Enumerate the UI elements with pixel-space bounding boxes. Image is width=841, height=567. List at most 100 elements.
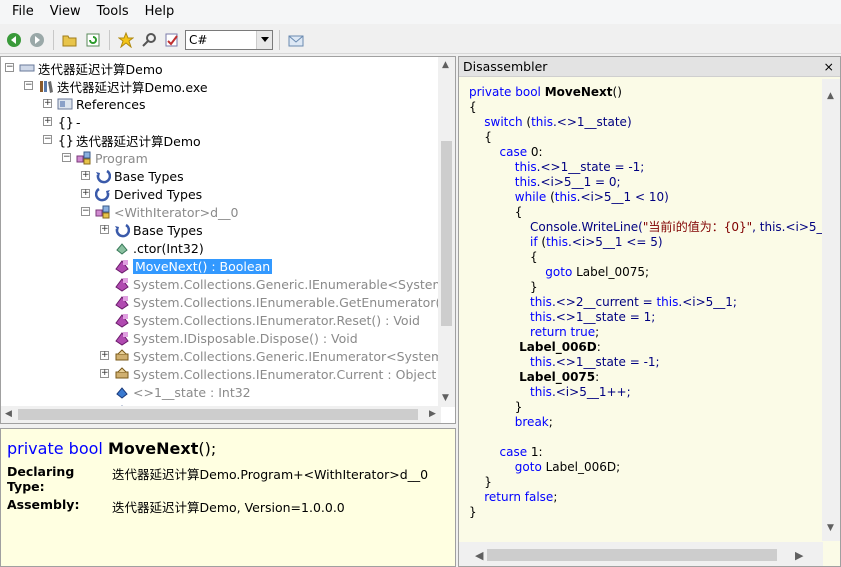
code-token: { xyxy=(469,205,523,219)
menu-view[interactable]: View xyxy=(42,1,89,23)
scroll-right-icon[interactable]: ▶ xyxy=(795,549,803,562)
refresh-icon[interactable] xyxy=(83,30,103,50)
code-token: .<i>5__1 <= 5) xyxy=(568,235,663,249)
close-icon[interactable]: × xyxy=(824,59,834,74)
tree-expander[interactable]: − xyxy=(81,207,90,216)
scroll-up-icon[interactable]: ▲ xyxy=(827,91,834,101)
bookmark-icon[interactable] xyxy=(116,30,136,50)
disassembler-code[interactable]: private bool MoveNext(){ switch (this.<>… xyxy=(459,79,823,541)
tree-item-label: References xyxy=(76,96,146,112)
declaring-type-value[interactable]: 迭代器延迟计算Demo.Program+<WithIterator>d__0 xyxy=(112,464,428,494)
tree-item[interactable]: .ctor(Int32) xyxy=(114,239,204,257)
code-token: this xyxy=(469,355,552,369)
code-token: Label_006D xyxy=(469,340,597,354)
tree-expander[interactable]: − xyxy=(5,63,14,72)
toolbar: C# xyxy=(0,26,841,54)
tree-item-label: Derived Types xyxy=(114,186,203,202)
code-vertical-scrollbar[interactable]: ▲ ▼ xyxy=(822,79,840,541)
tree-vertical-scrollbar[interactable]: ▲ ▼ xyxy=(438,57,455,407)
library-icon xyxy=(38,78,54,94)
tree-expander[interactable]: + xyxy=(43,117,52,126)
tree-expander[interactable]: + xyxy=(81,189,90,198)
code-token: } xyxy=(469,400,523,414)
tree-item[interactable]: 迭代器延迟计算Demo xyxy=(19,59,163,77)
declaring-type-label: Declaring Type: xyxy=(7,464,75,494)
tree-item[interactable]: System.Collections.IEnumerator.Current :… xyxy=(114,365,436,383)
open-icon[interactable] xyxy=(60,30,80,50)
code-token: ( xyxy=(522,115,532,129)
scroll-left-icon[interactable]: ◀ xyxy=(5,409,12,419)
tree-expander[interactable]: − xyxy=(24,81,33,90)
tree-expander[interactable]: + xyxy=(100,225,109,234)
member-signature: private bool MoveNext(); xyxy=(7,439,449,458)
tree-expander[interactable]: + xyxy=(100,369,109,378)
scroll-left-icon[interactable]: ◀ xyxy=(475,549,483,562)
code-line: } xyxy=(469,505,823,520)
scroll-thumb[interactable] xyxy=(441,141,452,326)
code-token: : xyxy=(596,340,601,354)
tree-item[interactable]: <WithIterator>d__0 xyxy=(95,203,238,221)
tree-expander[interactable]: + xyxy=(100,351,109,360)
tree-item[interactable]: System.IDisposable.Dispose() : Void xyxy=(114,329,358,347)
tree-item[interactable]: Derived Types xyxy=(95,185,202,203)
scroll-thumb[interactable] xyxy=(487,549,777,561)
scroll-down-icon[interactable]: ▼ xyxy=(827,523,834,533)
code-token: ( xyxy=(546,190,555,204)
tree-item[interactable]: {} 迭代器延迟计算Demo xyxy=(57,131,201,149)
tree-item[interactable]: System.Collections.IEnumerable.GetEnumer… xyxy=(114,293,455,311)
language-value: C# xyxy=(189,32,208,47)
signature-name[interactable]: MoveNext xyxy=(108,439,198,458)
code-token: this xyxy=(546,235,568,249)
tree-expander[interactable]: + xyxy=(81,171,90,180)
scroll-right-icon[interactable]: ▶ xyxy=(429,409,436,419)
tree-item[interactable]: Base Types xyxy=(114,221,203,239)
tree-item[interactable]: References xyxy=(57,95,145,113)
code-token: return false xyxy=(469,490,554,504)
language-select[interactable]: C# xyxy=(185,29,273,50)
code-line: { xyxy=(469,205,823,220)
menu-help[interactable]: Help xyxy=(137,1,183,23)
code-token: .<i>5__1++; xyxy=(551,385,631,399)
assembly-value[interactable]: 迭代器延迟计算Demo, Version=1.0.0.0 xyxy=(112,497,345,516)
forward-icon[interactable] xyxy=(27,30,47,50)
assembly-row: Assembly: 迭代器延迟计算Demo, Version=1.0.0.0 xyxy=(7,497,449,516)
code-token: .<>1__state = -1; xyxy=(536,160,645,174)
analyze-icon[interactable] xyxy=(162,30,182,50)
tree-item[interactable]: {} - xyxy=(57,113,81,131)
scroll-down-icon[interactable]: ▼ xyxy=(442,393,449,403)
code-token: this xyxy=(469,160,537,174)
search-icon[interactable] xyxy=(139,30,159,50)
tree-horizontal-scrollbar[interactable]: ◀ ▶ xyxy=(1,406,441,423)
assembly-tree[interactable]: − 迭代器延迟计算Demo − 迭代器延迟计算Demo.exe + References +… xyxy=(0,56,456,424)
feedback-icon[interactable] xyxy=(286,30,306,50)
tree-item[interactable]: <>1__state : Int32 xyxy=(114,383,251,401)
references-icon xyxy=(57,96,73,112)
code-token: .<i>5__1; xyxy=(678,295,737,309)
tree-item[interactable]: Program xyxy=(76,149,148,167)
scroll-up-icon[interactable]: ▲ xyxy=(442,60,449,70)
menu-tools[interactable]: Tools xyxy=(89,1,137,23)
scroll-thumb[interactable] xyxy=(18,409,418,420)
tree-item[interactable]: Base Types xyxy=(95,167,184,185)
field-icon xyxy=(114,384,130,400)
assembly-label: Assembly: xyxy=(7,497,80,512)
menu-file[interactable]: File xyxy=(4,1,42,23)
tree-expander[interactable]: − xyxy=(43,135,52,144)
tree-item-label: <>1__state : Int32 xyxy=(133,384,251,400)
tree-expander[interactable]: + xyxy=(43,99,52,108)
back-icon[interactable] xyxy=(4,30,24,50)
code-token: goto xyxy=(469,265,573,279)
tree-item[interactable]: System.Collections.Generic.IEnumerable<S… xyxy=(114,275,455,293)
tree-item[interactable]: MoveNext() : Boolean xyxy=(114,257,273,275)
code-line: switch (this.<>1__state) xyxy=(469,115,823,130)
tree-item-label: System.IDisposable.Dispose() : Void xyxy=(133,330,358,346)
tree-item[interactable]: 迭代器延迟计算Demo.exe xyxy=(38,77,208,95)
code-horizontal-scrollbar[interactable]: ◀ ▶ xyxy=(459,542,823,566)
code-token: .<>1__state = 1; xyxy=(551,310,656,324)
tree-item-label: System.Collections.Generic.IEnumerator<S… xyxy=(133,348,456,364)
tree-item[interactable]: System.Collections.IEnumerator.Reset() :… xyxy=(114,311,420,329)
tree-item[interactable]: System.Collections.Generic.IEnumerator<S… xyxy=(114,347,456,365)
toolbar-separator xyxy=(109,29,110,50)
tree-item-label: Program xyxy=(95,150,148,166)
tree-expander[interactable]: − xyxy=(62,153,71,162)
